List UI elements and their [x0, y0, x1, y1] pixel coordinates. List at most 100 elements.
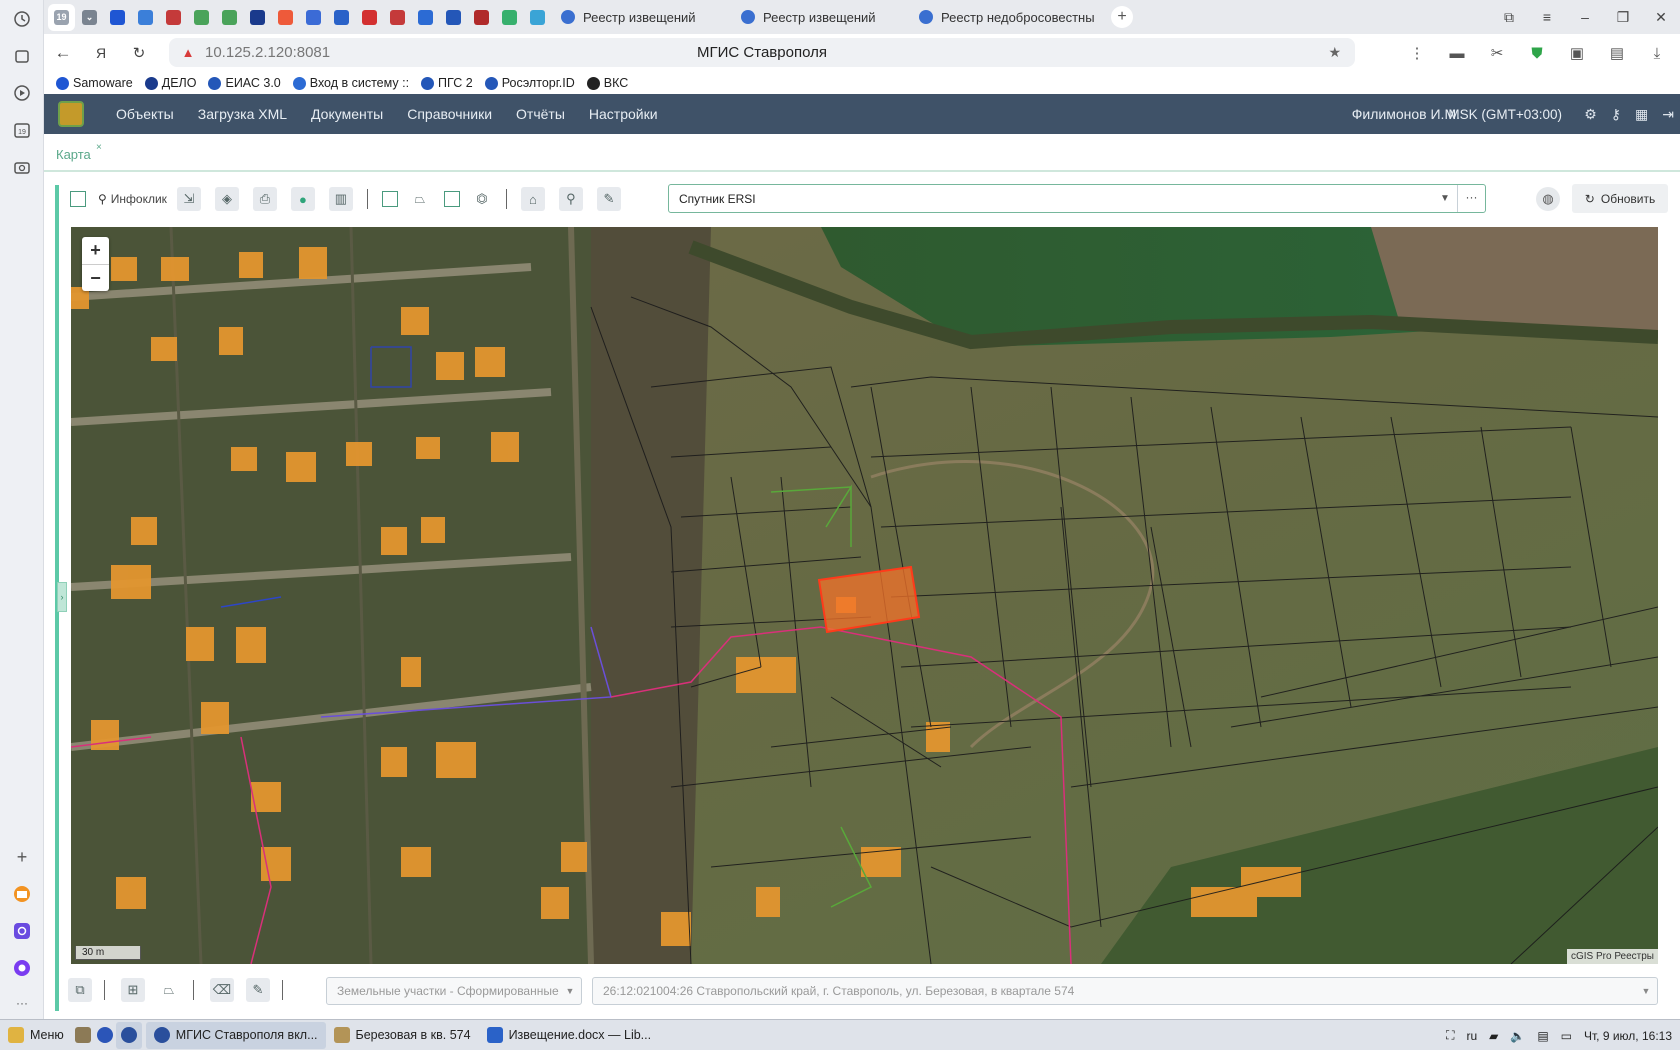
bookmark-icon[interactable]: ★: [1328, 44, 1341, 61]
zoom-out-button[interactable]: −: [82, 264, 109, 291]
edit-icon[interactable]: ✎: [246, 978, 270, 1002]
taskbar-window-folder[interactable]: Березовая в кв. 574: [326, 1022, 479, 1049]
extension-box-icon[interactable]: ▣: [1564, 40, 1590, 66]
tab-registry-unscrupulous[interactable]: Реестр недобросовестны: [909, 3, 1105, 31]
media-icon[interactable]: [11, 82, 33, 104]
pinned-tab-6[interactable]: [244, 4, 271, 31]
layer-toggle-checkbox-2[interactable]: [443, 191, 460, 207]
menu-documents[interactable]: Документы: [299, 106, 395, 122]
panel-expand-handle[interactable]: ›: [57, 582, 67, 612]
pinned-tab-menu[interactable]: ⌄: [76, 4, 103, 31]
alice-icon[interactable]: [11, 957, 33, 979]
restore-button[interactable]: ❐: [1604, 9, 1642, 26]
volume-icon[interactable]: 🔈: [1510, 1029, 1525, 1043]
insecure-warning-icon[interactable]: ▲: [179, 44, 197, 62]
add-panel-icon[interactable]: +: [11, 846, 33, 868]
basemap-more-button[interactable]: ···: [1457, 185, 1485, 212]
edit-polygon-icon[interactable]: ⏣: [470, 187, 494, 211]
bookmark-item[interactable]: ВКС: [586, 76, 628, 90]
collections-icon[interactable]: [11, 45, 33, 67]
pinned-tab-4[interactable]: [188, 4, 215, 31]
gis-logo-icon[interactable]: ●: [290, 187, 315, 211]
tab-map[interactable]: Карта ×: [56, 142, 102, 162]
messenger-icon[interactable]: [11, 920, 33, 942]
taskbar-window-mgis[interactable]: МГИС Ставрополя вкл...: [145, 1021, 326, 1049]
import-icon[interactable]: ⇲: [176, 187, 201, 211]
bookmark-item[interactable]: Samoware: [56, 76, 133, 90]
update-icon[interactable]: ▰: [1489, 1029, 1498, 1043]
clock[interactable]: Чт, 9 июл, 16:13: [1584, 1029, 1672, 1043]
pinned-tab-2[interactable]: [132, 4, 159, 31]
clipboard-icon[interactable]: ▤: [1537, 1029, 1548, 1043]
key-icon[interactable]: ⚷: [1611, 106, 1621, 123]
close-icon[interactable]: ×: [96, 142, 102, 153]
pinned-tab-3[interactable]: [160, 4, 187, 31]
chevron-down-icon[interactable]: ▼: [1635, 986, 1657, 996]
files-launcher[interactable]: [72, 1022, 94, 1049]
city-emblem-logo[interactable]: [58, 101, 84, 127]
pinned-tab-11[interactable]: [384, 4, 411, 31]
minimize-button[interactable]: –: [1566, 9, 1604, 25]
zoom-in-button[interactable]: +: [82, 237, 109, 264]
keyboard-layout[interactable]: ru: [1466, 1029, 1477, 1043]
gear-icon[interactable]: ⚙: [1584, 106, 1597, 123]
user-name[interactable]: Филимонов И.М.: [1352, 106, 1460, 122]
pinned-tab-1[interactable]: [104, 4, 131, 31]
polygon-icon[interactable]: ⏢: [157, 978, 181, 1002]
menu-settings[interactable]: Настройки: [577, 106, 670, 122]
chevron-down-icon[interactable]: ▼: [559, 986, 581, 996]
bookmark-item[interactable]: Вход в систему ::: [292, 76, 409, 90]
menu-references[interactable]: Справочники: [395, 106, 504, 122]
grid-icon[interactable]: ▦: [1635, 106, 1648, 123]
pinned-tab-15[interactable]: [496, 4, 523, 31]
globe-icon[interactable]: ◍: [1536, 187, 1560, 211]
menu-objects[interactable]: Объекты: [104, 106, 186, 122]
pinned-tab-8[interactable]: [300, 4, 327, 31]
table-icon[interactable]: ▥: [328, 187, 353, 211]
network-icon[interactable]: ⛶: [1446, 1028, 1454, 1043]
browser-menu-icon[interactable]: ≡: [1528, 9, 1566, 25]
tab-registry-notices-1[interactable]: Реестр извещений: [551, 3, 731, 31]
pinned-tab-7[interactable]: [272, 4, 299, 31]
layers-icon[interactable]: ◈: [214, 187, 239, 211]
bookmark-item[interactable]: ЕИАС 3.0: [208, 76, 281, 90]
bookmark-item[interactable]: ДЕЛО: [144, 76, 196, 90]
kebab-menu-icon[interactable]: ⋮: [1404, 40, 1430, 66]
camera-icon[interactable]: [11, 156, 33, 178]
eraser-icon[interactable]: ⌫: [210, 978, 234, 1002]
protect-shield-icon[interactable]: ⛊: [1524, 40, 1550, 66]
bookmark-item[interactable]: Росэлторг.ID: [484, 76, 575, 90]
chevron-down-icon[interactable]: ▼: [1433, 193, 1457, 204]
refresh-button[interactable]: ↻ Обновить: [1572, 184, 1668, 213]
home-extent-icon[interactable]: ⌂: [520, 187, 545, 211]
close-window-button[interactable]: ✕: [1642, 9, 1680, 26]
bookmark-item[interactable]: ПГС 2: [421, 76, 473, 90]
pinned-tab-16[interactable]: [524, 4, 551, 31]
pinned-tab-13[interactable]: [440, 4, 467, 31]
history-icon[interactable]: [11, 8, 33, 30]
layer-select[interactable]: Земельные участки - Сформированные ▼: [326, 977, 582, 1005]
back-button[interactable]: ←: [44, 43, 82, 63]
menu-reports[interactable]: Отчёты: [504, 106, 577, 122]
pinned-tab-19[interactable]: 19: [48, 3, 75, 31]
select-checkbox[interactable]: [70, 191, 86, 207]
extension-scissors-icon[interactable]: ✂: [1484, 40, 1510, 66]
extension-hat-icon[interactable]: ▬: [1444, 40, 1470, 66]
pinned-tab-12[interactable]: [412, 4, 439, 31]
map-view[interactable]: + − 30 m cGIS Pro Реестры: [71, 227, 1658, 964]
more-icon[interactable]: ···: [11, 992, 33, 1014]
tabs-bookmark-icon[interactable]: ⧉: [1490, 9, 1528, 26]
draw-polygon-icon[interactable]: ⏢: [408, 187, 432, 211]
pinned-tab-5[interactable]: [216, 4, 243, 31]
object-select[interactable]: 26:12:021004:26 Ставропольский край, г. …: [592, 977, 1658, 1005]
new-tab-button[interactable]: +: [1111, 6, 1133, 28]
media-launcher[interactable]: [94, 1022, 116, 1049]
layer-toggle-checkbox-1[interactable]: [381, 191, 398, 207]
extension-docs-icon[interactable]: ▤: [1604, 40, 1630, 66]
menu-xml-upload[interactable]: Загрузка XML: [186, 106, 299, 122]
yandex-home-icon[interactable]: Я: [82, 45, 120, 61]
brush-icon[interactable]: ✎: [596, 187, 621, 211]
url-box[interactable]: ▲ 10.125.2.120:8081 МГИС Ставрополя ★: [169, 38, 1355, 67]
print-icon[interactable]: ⎙: [252, 187, 277, 211]
select-area-icon[interactable]: ⊞: [121, 978, 145, 1002]
